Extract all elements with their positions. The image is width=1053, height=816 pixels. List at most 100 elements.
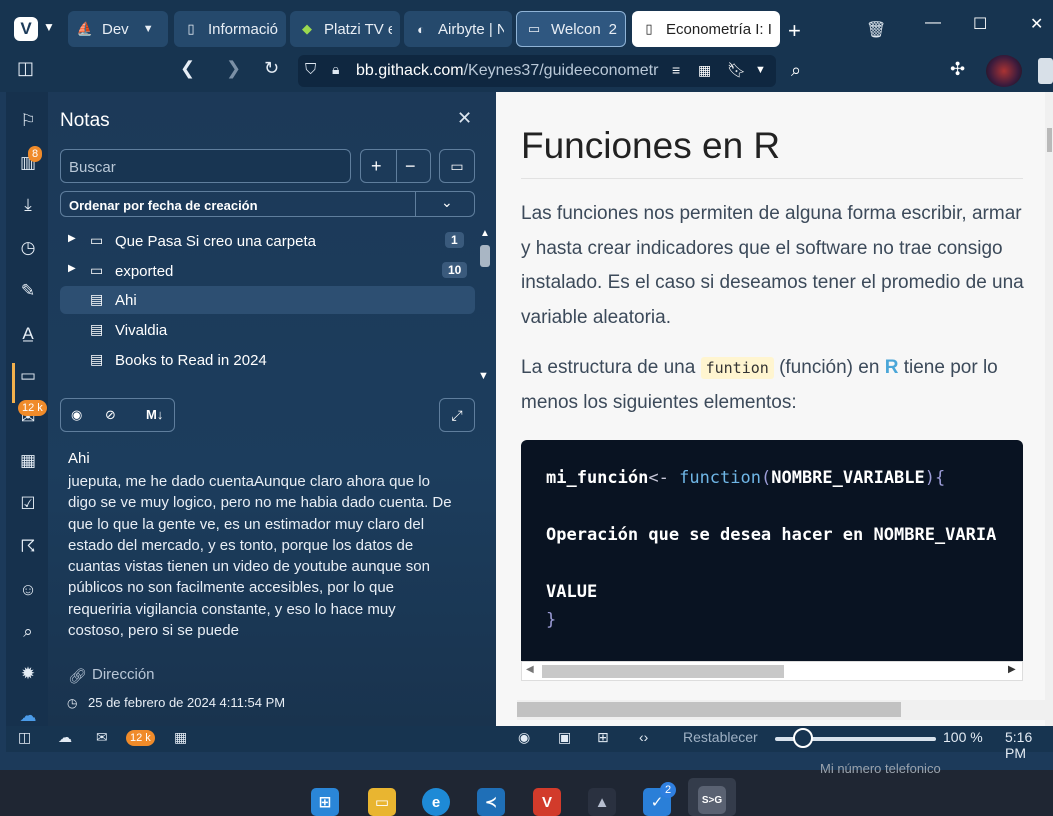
divider	[396, 150, 397, 182]
tasks-icon[interactable]: ☑	[16, 492, 40, 516]
scroll-right-icon[interactable]: ▶	[1008, 664, 1016, 675]
vscode-icon[interactable]: ≺	[477, 788, 505, 816]
code-scrollbar[interactable]: ◀ ▶	[521, 661, 1023, 681]
terminal-icon[interactable]: S>G	[698, 786, 726, 814]
expand-arrow-icon[interactable]: ▶	[68, 263, 76, 274]
cloud-icon[interactable]: ☁	[58, 729, 72, 746]
scroll-down-icon[interactable]: ▼	[478, 370, 489, 382]
tab-stack-welcome[interactable]: ▭ Welcon 2	[516, 11, 626, 47]
tree-scrollbar[interactable]: ▲ ▼	[478, 228, 490, 382]
code-block: mi_función<- function(NOMBRE_VARIABLE){ …	[521, 440, 1023, 680]
panel-toggle-icon[interactable]: ◫	[18, 729, 31, 746]
tree-note[interactable]: ▤ Books to Read in 2024	[60, 346, 475, 374]
tree-folder[interactable]: ▶ ▭ exported 10	[60, 257, 475, 285]
reset-zoom-button[interactable]: Restablecer	[683, 729, 758, 745]
chevron-down-icon[interactable]: ▼	[43, 20, 55, 34]
note-title[interactable]: Ahi	[68, 450, 90, 467]
extensions-icon[interactable]: ✣	[950, 59, 965, 80]
contacts-icon[interactable]: ☺	[16, 578, 40, 602]
expand-arrow-icon[interactable]: ▶	[68, 233, 76, 244]
bookmark-icon[interactable]: 🔖︎	[727, 61, 746, 79]
tiling-icon[interactable]: ⊞	[597, 729, 609, 746]
code-icon[interactable]: ‹›	[639, 729, 648, 745]
tab-platzi[interactable]: ◆ Platzi TV es	[290, 11, 400, 47]
panel-title: Notas	[60, 110, 110, 131]
shield-icon[interactable]: ⛉	[305, 61, 316, 78]
search-icon[interactable]: ⌕	[791, 60, 801, 81]
file-explorer-icon[interactable]: ▭	[368, 788, 396, 816]
new-folder-button[interactable]: ▭	[439, 149, 475, 183]
capture-icon[interactable]: ◉	[518, 729, 530, 746]
browser-window: V ▼ ⛵ Dev ▼ ▯ Informació ◆ Platzi TV es …	[0, 0, 1053, 770]
attachment-icon[interactable]: ⊘	[105, 407, 116, 423]
trash-icon[interactable]: 🗑	[866, 20, 886, 40]
tree-folder[interactable]: ▶ ▭ Que Pasa Si creo una carpeta 1	[60, 227, 475, 255]
note-address-field[interactable]: Dirección	[92, 666, 155, 683]
app-icon[interactable]: ▲	[588, 788, 616, 816]
r-label: R	[884, 357, 899, 378]
cloud-icon[interactable]: ☁	[16, 704, 40, 728]
windows-start-icon[interactable]: ⊞	[311, 788, 339, 816]
expand-editor-icon[interactable]: ⤢	[439, 398, 475, 432]
image-icon[interactable]: ▣	[558, 729, 571, 746]
calendar-icon[interactable]: ▦	[174, 729, 187, 746]
sailboat-icon: ⛵	[76, 21, 94, 36]
back-button[interactable]: ❮	[180, 58, 195, 79]
edge-icon[interactable]: e	[422, 788, 450, 816]
reload-button[interactable]: ↻	[264, 58, 279, 79]
sidebar-toggle-icon[interactable]	[1038, 58, 1053, 84]
scroll-up-icon[interactable]: ▲	[480, 228, 490, 239]
page-vertical-scrollbar[interactable]	[1045, 92, 1053, 726]
maximize-button[interactable]: ☐	[973, 14, 987, 34]
vivaldi-menu-button[interactable]: V	[14, 17, 38, 41]
reader-view-icon[interactable]: ≡	[672, 62, 680, 78]
bookmark-icon[interactable]: ⚐	[16, 109, 40, 133]
notes-icon[interactable]: ✎	[16, 279, 40, 303]
lock-icon[interactable]: 🔒︎	[332, 61, 339, 78]
inline-code: funtion	[700, 357, 774, 379]
note-icon: ▤	[90, 351, 104, 367]
sort-select[interactable]: Ordenar por fecha de creación ⌄	[60, 191, 475, 217]
tab-informacion[interactable]: ▯ Informació	[174, 11, 286, 47]
new-tab-button[interactable]: +	[788, 18, 801, 44]
panel-toggle-icon[interactable]: ◫	[17, 58, 34, 79]
zoom-slider-handle[interactable]	[793, 728, 813, 748]
scroll-left-icon[interactable]: ◀	[526, 664, 534, 675]
check-app-badge: 2	[660, 782, 676, 798]
note-body[interactable]: jueputa, me he dado cuentaAunque claro a…	[68, 471, 453, 641]
chevron-down-icon[interactable]: ⌄	[441, 194, 453, 211]
feed-icon[interactable]: ☈	[16, 535, 40, 559]
chat-icon[interactable]: ⌕	[16, 620, 40, 644]
tree-note[interactable]: ▤ Vivaldia	[60, 316, 475, 344]
folder-icon: ▭	[90, 232, 104, 248]
forward-button[interactable]: ❯	[226, 58, 241, 79]
web-panel-icon[interactable]: ✹	[16, 662, 40, 686]
minimize-button[interactable]: —	[925, 14, 941, 32]
chevron-down-icon[interactable]: ▼	[755, 64, 766, 76]
download-icon[interactable]: ⤓	[16, 193, 40, 217]
vivaldi-taskbar-icon[interactable]: V	[533, 788, 561, 816]
code-line: VALUE	[546, 582, 598, 602]
chevron-down-icon[interactable]: ▼	[143, 23, 154, 35]
window-icon[interactable]: ▭	[16, 364, 40, 388]
tree-note-selected[interactable]: ▤ Ahi	[60, 286, 475, 314]
tab-airbyte[interactable]: ◐ Airbyte | N	[404, 11, 512, 47]
add-note-button[interactable]: +	[371, 156, 382, 177]
avatar[interactable]	[986, 55, 1022, 87]
url-text[interactable]: bb.githack.com/Keynes37/guideeconometr	[356, 62, 658, 80]
markdown-icon[interactable]: M↓	[146, 407, 163, 422]
tab-econometria[interactable]: ▯ Econometría I: Ir	[632, 11, 780, 47]
close-window-button[interactable]: ✕	[1030, 14, 1043, 34]
calendar-icon[interactable]: ▦	[16, 449, 40, 473]
qr-code-icon[interactable]: ▦	[698, 62, 711, 79]
code-line: }	[546, 610, 557, 630]
notes-search-input[interactable]: Buscar	[60, 149, 351, 183]
history-icon[interactable]: ◷	[16, 236, 40, 260]
page-horizontal-scrollbar[interactable]	[517, 700, 1045, 720]
remove-note-button[interactable]: −	[405, 156, 416, 177]
mail-icon[interactable]: ✉	[96, 729, 108, 746]
camera-icon[interactable]: ◉	[71, 407, 82, 423]
tab-dev[interactable]: ⛵ Dev ▼	[68, 11, 168, 47]
close-icon[interactable]: ✕	[457, 108, 472, 129]
translate-icon[interactable]: A̲	[16, 322, 40, 346]
